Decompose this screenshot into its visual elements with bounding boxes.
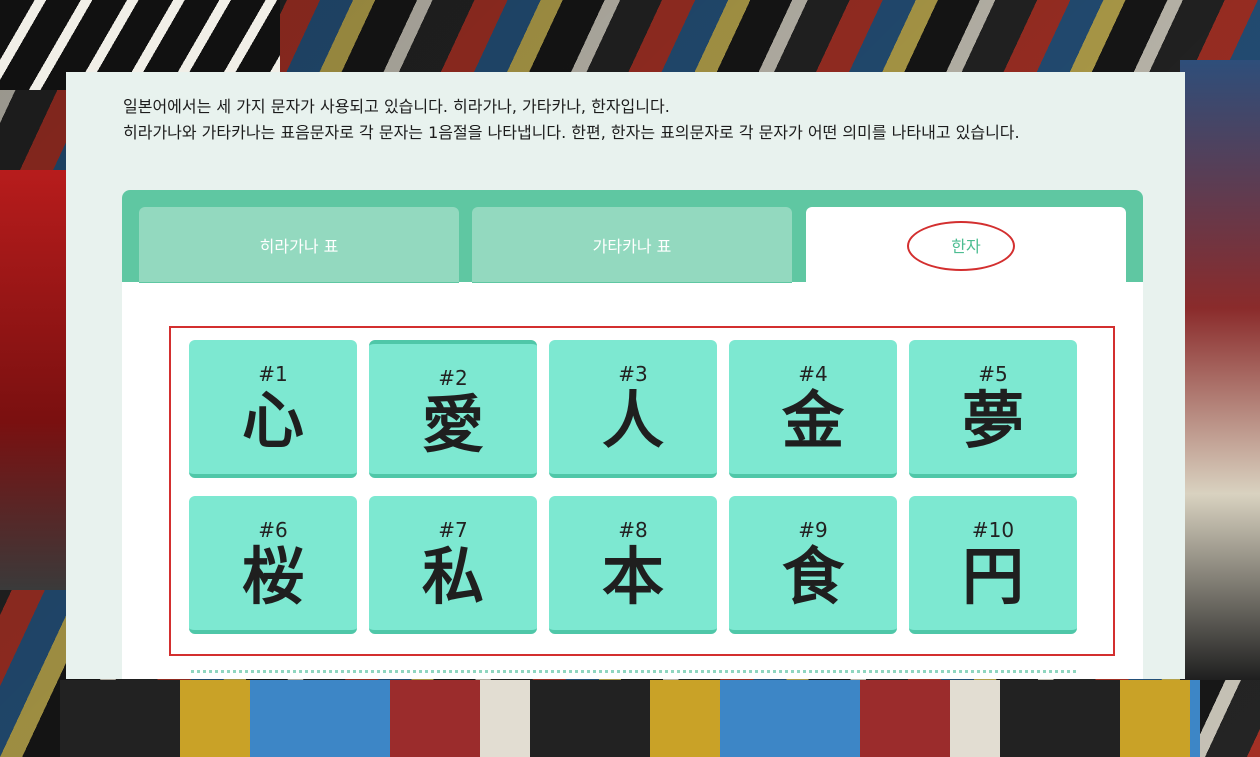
kanji-card[interactable]: #10 円 (909, 496, 1077, 634)
highlight-circle (907, 221, 1015, 271)
tab-katakana[interactable]: 가타카나 표 (472, 207, 792, 283)
card-number: #9 (798, 518, 828, 542)
kanji-card[interactable]: #8 本 (549, 496, 717, 634)
dotted-divider (191, 670, 1076, 673)
background-comics (0, 170, 70, 590)
tab-bar: 히라가나 표 가타카나 표 한자 (122, 190, 1143, 283)
kanji-card[interactable]: #2 愛 (369, 340, 537, 478)
intro-line-2: 히라가나와 가타카나는 표음문자로 각 문자는 1음절을 나타냅니다. 한편, … (123, 123, 1020, 142)
card-kanji: 金 (781, 384, 844, 457)
card-kanji: 桜 (241, 540, 304, 613)
card-number: #10 (971, 518, 1015, 542)
kanji-grid: #1 心 #2 愛 #3 人 #4 金 #5 夢 #6 桜 #7 私 #8 本 … (189, 340, 1079, 634)
character-tabs: 히라가나 표 가타카나 표 한자 #1 心 #2 愛 #3 人 #4 金 #5 … (122, 190, 1143, 679)
kanji-card[interactable]: #6 桜 (189, 496, 357, 634)
card-number: #7 (438, 518, 468, 542)
kanji-card[interactable]: #1 心 (189, 340, 357, 478)
kanji-card[interactable]: #9 食 (729, 496, 897, 634)
card-kanji: 夢 (961, 384, 1024, 457)
card-kanji: 本 (601, 540, 664, 613)
card-number: #1 (258, 362, 288, 386)
tab-label: 가타카나 표 (592, 236, 672, 256)
card-kanji: 愛 (421, 388, 484, 461)
card-kanji: 円 (961, 540, 1024, 613)
card-number: #6 (258, 518, 288, 542)
background-comics (60, 680, 1200, 757)
kanji-card[interactable]: #4 金 (729, 340, 897, 478)
card-number: #5 (978, 362, 1008, 386)
intro-line-1: 일본어에서는 세 가지 문자가 사용되고 있습니다. 히라가나, 가타카나, 한… (123, 97, 670, 116)
kanji-card[interactable]: #5 夢 (909, 340, 1077, 478)
card-kanji: 心 (241, 384, 304, 457)
tab-label: 히라가나 표 (259, 236, 339, 256)
background-comics (1180, 60, 1260, 680)
card-kanji: 人 (601, 384, 664, 457)
kanji-card[interactable]: #7 私 (369, 496, 537, 634)
content-panel: 일본어에서는 세 가지 문자가 사용되고 있습니다. 히라가나, 가타카나, 한… (66, 72, 1185, 679)
card-number: #4 (798, 362, 828, 386)
card-kanji: 食 (781, 540, 844, 613)
intro-text: 일본어에서는 세 가지 문자가 사용되고 있습니다. 히라가나, 가타카나, 한… (123, 94, 1143, 146)
card-number: #3 (618, 362, 648, 386)
tab-hiragana[interactable]: 히라가나 표 (139, 207, 459, 283)
card-number: #8 (618, 518, 648, 542)
card-kanji: 私 (421, 540, 484, 613)
card-number: #2 (438, 366, 468, 390)
tab-kanji[interactable]: 한자 (806, 207, 1126, 282)
kanji-card[interactable]: #3 人 (549, 340, 717, 478)
